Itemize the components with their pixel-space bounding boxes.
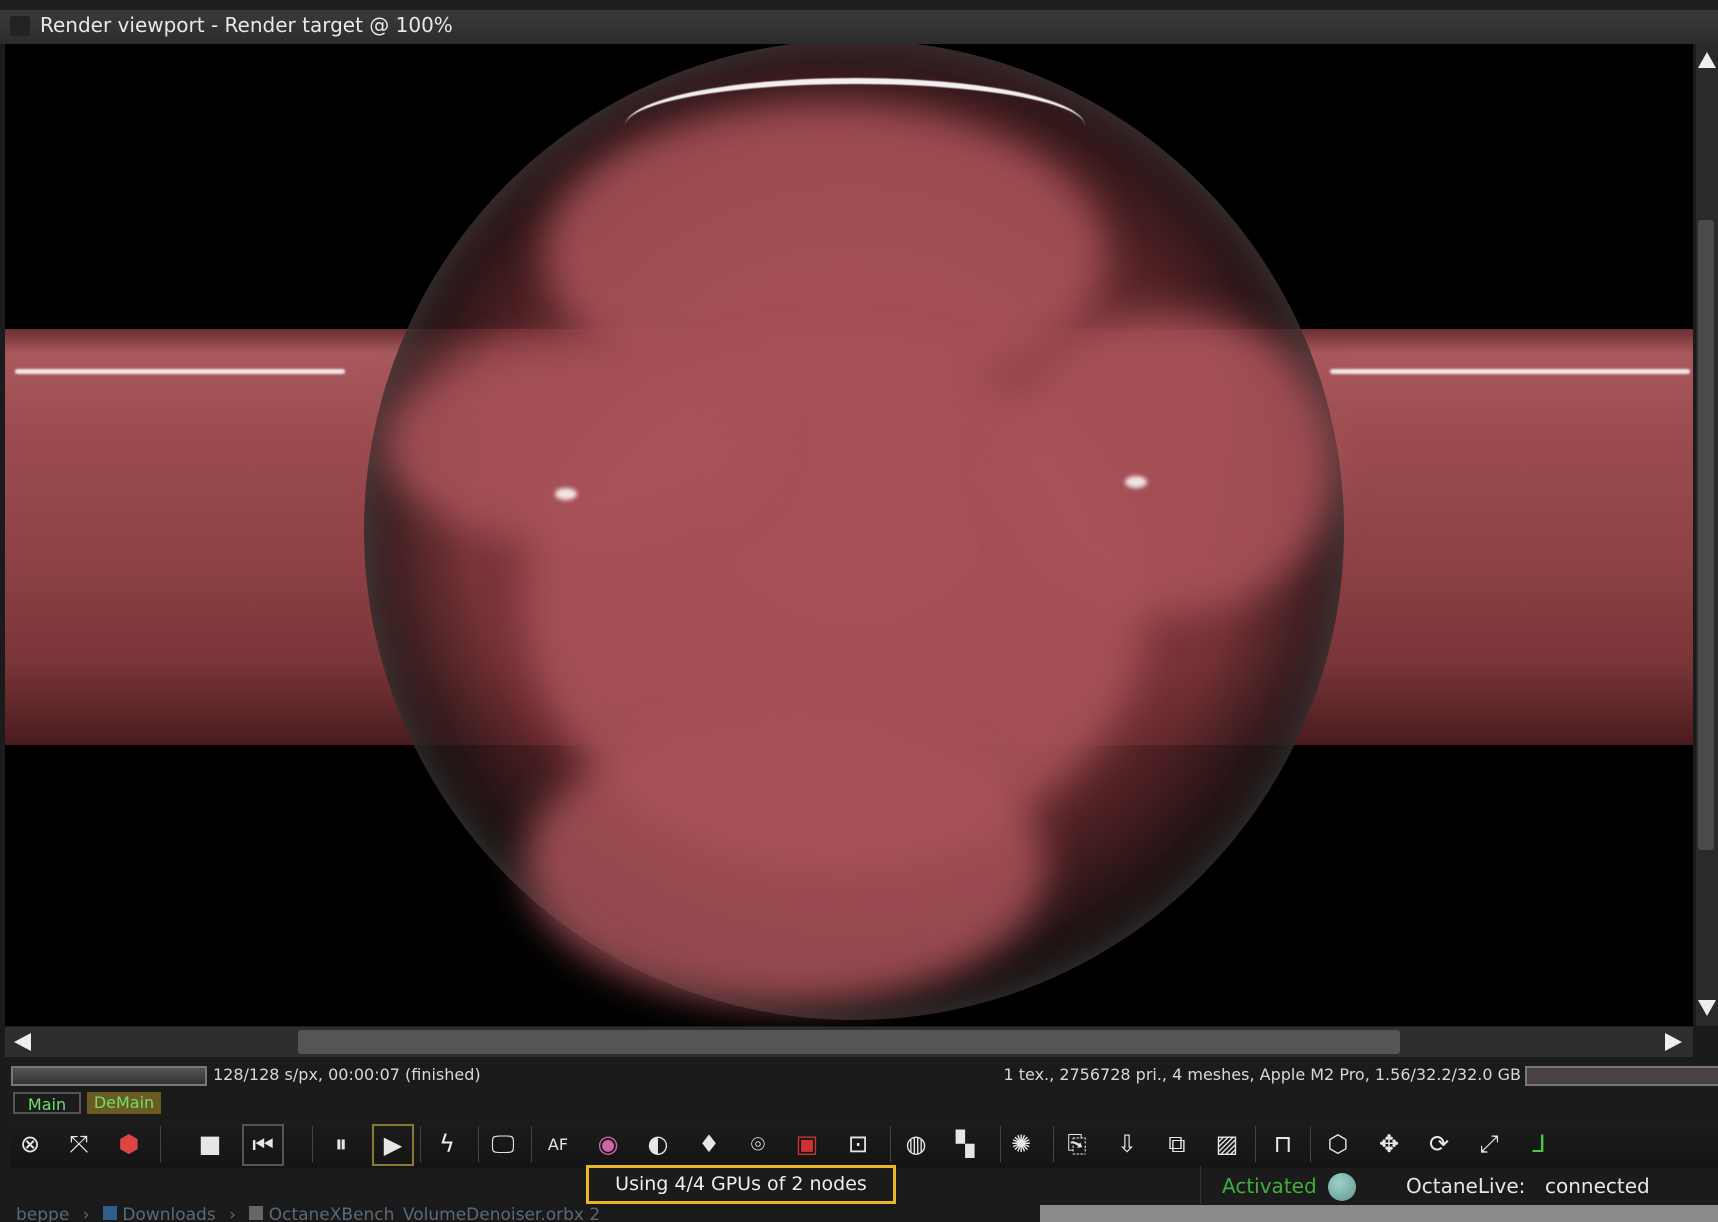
viewport-mode-icon[interactable]: ⬡ bbox=[1322, 1128, 1354, 1160]
toolbar-separator bbox=[1053, 1126, 1054, 1162]
render-target-tab-main[interactable]: Main bbox=[13, 1092, 81, 1114]
fit-view-icon[interactable]: ⤧ bbox=[63, 1128, 95, 1160]
scroll-right-arrow-icon[interactable] bbox=[1665, 1033, 1682, 1051]
restart-render-icon[interactable]: ⏮ bbox=[242, 1124, 284, 1166]
save-render-icon[interactable]: ⇩ bbox=[1111, 1128, 1143, 1160]
breadcrumb-item[interactable]: beppe bbox=[16, 1205, 69, 1222]
octanelive-status: connected bbox=[1545, 1174, 1650, 1198]
camera-target-cube-icon[interactable]: ⬢ bbox=[113, 1128, 145, 1160]
viewport-resolution-icon[interactable]: 🖵 bbox=[487, 1128, 519, 1160]
material-picker-icon[interactable]: ◐ bbox=[642, 1128, 674, 1160]
rotate-gizmo-icon[interactable]: ⟳ bbox=[1423, 1128, 1455, 1160]
toolbar-separator bbox=[1310, 1126, 1311, 1162]
smoke bbox=[1005, 314, 1335, 614]
start-render-icon[interactable]: ▶ bbox=[372, 1124, 414, 1166]
priority-icon[interactable]: ✺ bbox=[1005, 1128, 1037, 1160]
render-target-tab-demain[interactable]: DeMain bbox=[87, 1092, 161, 1114]
scroll-left-arrow-icon[interactable] bbox=[14, 1033, 31, 1051]
activation-status: Activated bbox=[1222, 1174, 1317, 1198]
window-menu-button[interactable] bbox=[10, 16, 30, 36]
gpu-status: Using 4/4 GPUs of 2 nodes bbox=[586, 1165, 896, 1204]
smoke bbox=[525, 724, 1045, 1004]
scroll-down-arrow-icon[interactable] bbox=[1698, 1000, 1716, 1016]
sphere-highlight bbox=[625, 78, 1085, 174]
toolbar-separator bbox=[1000, 1126, 1001, 1162]
move-gizmo-icon[interactable]: ✥ bbox=[1373, 1128, 1405, 1160]
specular bbox=[1125, 476, 1147, 488]
background-image-icon[interactable]: ▨ bbox=[1211, 1128, 1243, 1160]
render-progress-status: 128/128 s/px, 00:00:07 (finished) bbox=[213, 1065, 481, 1084]
copy-clipboard-icon[interactable]: ⎘ bbox=[1061, 1128, 1093, 1160]
render-region-picker-icon[interactable]: ▣ bbox=[791, 1128, 823, 1160]
horizontal-scroll-thumb[interactable] bbox=[298, 1030, 1400, 1054]
toolbar-separator bbox=[478, 1126, 479, 1162]
activation-indicator-icon bbox=[1328, 1173, 1356, 1201]
subsampling-icon[interactable]: ▚ bbox=[949, 1128, 981, 1160]
world-axis-icon[interactable]: ⅃ bbox=[1523, 1128, 1555, 1160]
toolbar-separator bbox=[312, 1126, 313, 1162]
toolbar-separator bbox=[531, 1126, 532, 1162]
breadcrumb: beppe › Downloads › OctaneXBench_VolumeD… bbox=[0, 1205, 1040, 1222]
breadcrumb-item[interactable]: Downloads bbox=[122, 1205, 215, 1222]
real-time-render-icon[interactable]: ϟ bbox=[431, 1128, 463, 1160]
lock-viewport-icon[interactable]: ⊓ bbox=[1267, 1128, 1299, 1160]
breadcrumb-item[interactable]: OctaneXBench_VolumeDenoiser.orbx 2 bbox=[269, 1205, 601, 1222]
toolbar-separator bbox=[160, 1126, 161, 1162]
toolbar-separator bbox=[1255, 1126, 1256, 1162]
film-region-picker-icon[interactable]: ⊡ bbox=[842, 1128, 874, 1160]
vertical-scroll-thumb[interactable] bbox=[1698, 220, 1714, 850]
toolbar-separator bbox=[890, 1126, 891, 1162]
memory-usage-bar bbox=[1525, 1066, 1718, 1086]
scale-gizmo-icon[interactable]: ⤢ bbox=[1473, 1128, 1505, 1160]
white-balance-picker-icon[interactable]: ◉ bbox=[592, 1128, 624, 1160]
file-icon bbox=[249, 1206, 264, 1220]
desktop-background bbox=[1040, 1205, 1718, 1222]
smoke bbox=[385, 344, 765, 544]
recenter-view-icon[interactable]: ⊗ bbox=[14, 1128, 46, 1160]
object-picker-icon[interactable]: ♦ bbox=[693, 1128, 725, 1160]
clay-mode-icon[interactable]: ◍ bbox=[900, 1128, 932, 1160]
save-passes-icon[interactable]: ⧉ bbox=[1161, 1128, 1193, 1160]
breadcrumb-separator-icon: › bbox=[82, 1205, 90, 1222]
scene-stats-status: 1 tex., 2756728 pri., 4 meshes, Apple M2… bbox=[1003, 1065, 1521, 1084]
autofocus-picker-icon[interactable]: AF bbox=[542, 1128, 574, 1160]
octanelive-label: OctaneLive: bbox=[1406, 1174, 1526, 1198]
camera-target-picker-icon[interactable]: ⌾ bbox=[742, 1128, 774, 1160]
stop-render-icon[interactable]: ■ bbox=[194, 1128, 226, 1160]
toolbar-separator bbox=[420, 1126, 421, 1162]
pause-render-icon[interactable]: ⏸ bbox=[325, 1128, 357, 1160]
breadcrumb-separator-icon: › bbox=[229, 1205, 236, 1222]
render-viewport[interactable] bbox=[5, 44, 1693, 1026]
window-title: Render viewport - Render target @ 100% bbox=[40, 13, 453, 37]
folder-icon bbox=[102, 1206, 117, 1220]
pipe-highlight-right bbox=[1330, 369, 1690, 374]
render-progress-bar bbox=[11, 1066, 207, 1086]
pipe-highlight-left bbox=[15, 369, 345, 374]
scroll-up-arrow-icon[interactable] bbox=[1698, 52, 1716, 68]
specular bbox=[555, 488, 577, 500]
